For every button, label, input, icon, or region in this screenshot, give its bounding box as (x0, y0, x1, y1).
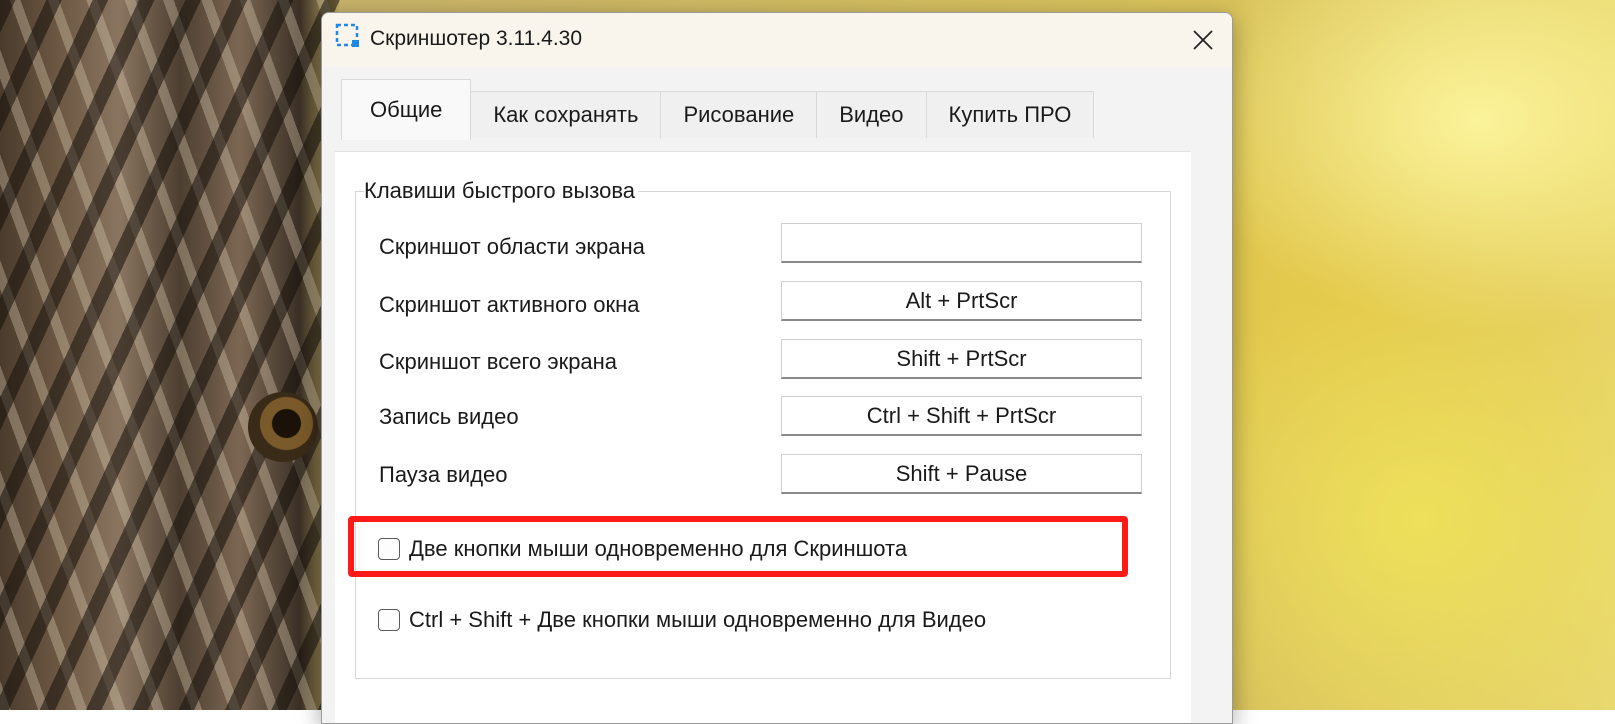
tab-drawing[interactable]: Рисование (660, 91, 818, 138)
hotkey-label-record-video: Запись видео (379, 404, 519, 429)
tab-panel-general: Клавиши быстрого вызова Скриншот области… (335, 151, 1191, 723)
hotkeys-group-title: Клавиши быстрого вызова (364, 178, 639, 204)
settings-window: Скриншотер 3.11.4.30 Общие Как сохранять… (321, 12, 1233, 724)
hotkey-label-pause-video: Пауза видео (379, 462, 508, 487)
wallpaper-tiger-eye (248, 392, 318, 462)
hotkey-field-active-window[interactable]: Alt + PrtScr (781, 281, 1142, 321)
title-bar[interactable]: Скриншотер 3.11.4.30 (322, 13, 1232, 67)
hotkey-field-region[interactable] (781, 223, 1142, 263)
hotkey-label-full-screen: Скриншот всего экрана (379, 349, 618, 374)
hotkey-label-active-window: Скриншот активного окна (379, 292, 640, 317)
hotkey-field-record-video[interactable]: Ctrl + Shift + PrtScr (781, 396, 1142, 436)
hotkey-field-pause-video[interactable]: Shift + Pause (781, 454, 1142, 494)
option-two-buttons-video[interactable]: Ctrl + Shift + Две кнопки мыши одновреме… (378, 607, 986, 633)
hotkey-label-region: Скриншот области экрана (379, 234, 645, 259)
window-title: Скриншотер 3.11.4.30 (370, 27, 583, 50)
highlight-annotation (348, 516, 1128, 577)
hotkeys-group: Клавиши быстрого вызова Скриншот области… (355, 178, 1171, 679)
tab-save-options[interactable]: Как сохранять (470, 91, 662, 138)
tab-general[interactable]: Общие (341, 79, 472, 140)
tab-video[interactable]: Видео (816, 91, 927, 138)
screenshot-selection-icon (335, 23, 359, 47)
wallpaper-tiger (0, 0, 340, 710)
close-icon (1193, 30, 1213, 50)
option-label: Ctrl + Shift + Две кнопки мыши одновреме… (409, 607, 987, 632)
hotkey-field-full-screen[interactable]: Shift + PrtScr (781, 339, 1142, 379)
checkbox[interactable] (378, 609, 400, 631)
close-button[interactable] (1174, 13, 1232, 67)
tab-bar: Общие Как сохранять Рисование Видео Купи… (341, 79, 1095, 140)
tab-buy-pro[interactable]: Купить ПРО (925, 91, 1095, 138)
